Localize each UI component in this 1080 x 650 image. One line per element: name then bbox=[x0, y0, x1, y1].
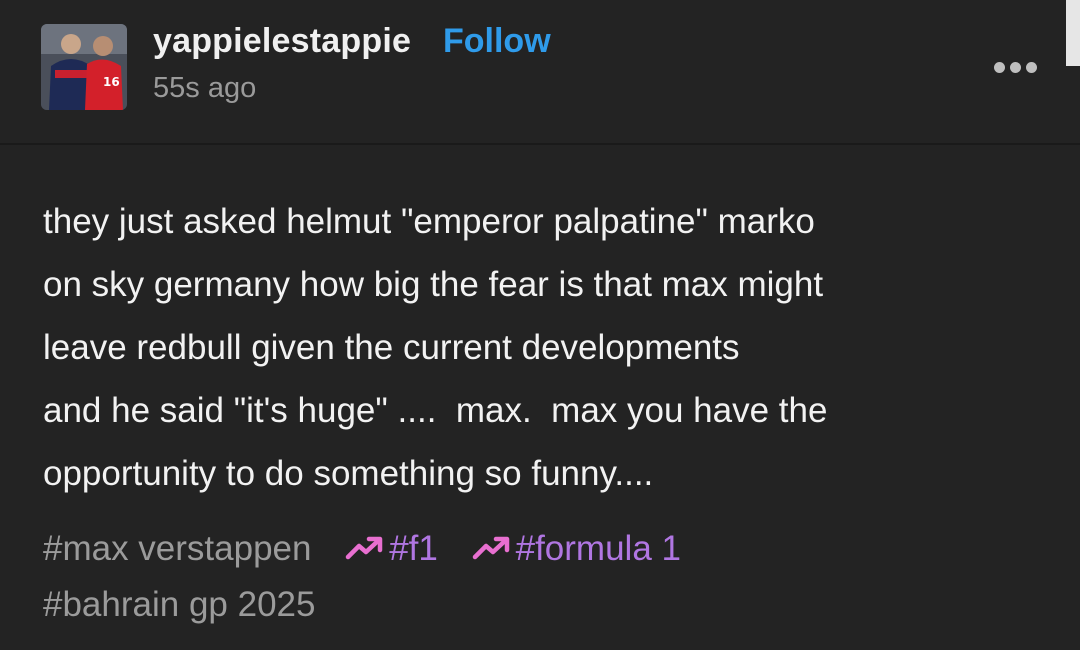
tag-max-verstappen[interactable]: #max verstappen bbox=[43, 521, 311, 577]
post-body-line: they just asked helmut "emperor palpatin… bbox=[43, 202, 815, 241]
more-dots-icon[interactable] bbox=[990, 58, 1042, 78]
avatar-badge-number: 16 bbox=[103, 75, 120, 89]
post-timestamp: 55s ago bbox=[153, 72, 257, 104]
tag-list: #max verstappen #f1 #formula 1 #bahrain … bbox=[43, 521, 1043, 633]
tag-formula-1[interactable]: #formula 1 bbox=[472, 521, 681, 577]
avatar-image: 16 bbox=[41, 24, 127, 110]
tag-bahrain-gp-2025[interactable]: #bahrain gp 2025 bbox=[43, 577, 315, 633]
post-body-line: and he said "it's huge" .... max. max yo… bbox=[43, 391, 828, 430]
post-header: 16 yappielestappie Follow 55s ago bbox=[0, 0, 1080, 145]
username[interactable]: yappielestappie bbox=[153, 22, 411, 61]
post-body: they just asked helmut "emperor palpatin… bbox=[43, 190, 1043, 505]
post-body-line: leave redbull given the current developm… bbox=[43, 328, 740, 367]
tag-label: #max verstappen bbox=[43, 529, 312, 568]
post-body-line: opportunity to do something so funny.... bbox=[43, 454, 654, 493]
post-card: 16 yappielestappie Follow 55s ago they j… bbox=[0, 0, 1080, 650]
tag-f1[interactable]: #f1 bbox=[345, 521, 438, 577]
tag-label: #f1 bbox=[389, 529, 438, 568]
post-body-line: on sky germany how big the fear is that … bbox=[43, 265, 824, 304]
follow-button[interactable]: Follow bbox=[443, 22, 551, 61]
avatar[interactable]: 16 bbox=[41, 24, 127, 110]
tag-label: #bahrain gp 2025 bbox=[43, 585, 316, 624]
scrollbar[interactable] bbox=[1063, 0, 1080, 66]
trending-icon bbox=[472, 536, 509, 559]
trending-icon bbox=[345, 536, 383, 559]
tag-label: #formula 1 bbox=[515, 529, 681, 568]
